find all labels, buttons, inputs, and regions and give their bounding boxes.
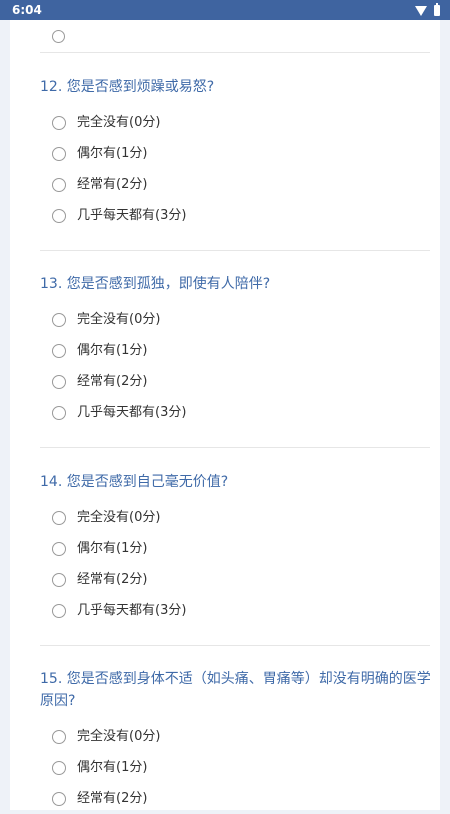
option-label: 几乎每天都有(3分) xyxy=(77,404,187,420)
answer-option[interactable]: 完全没有(0分) xyxy=(40,304,432,335)
option-label: 完全没有(0分) xyxy=(77,114,161,130)
divider xyxy=(40,645,430,646)
radio-button[interactable] xyxy=(52,791,66,806)
option-label: 经常有(2分) xyxy=(77,373,148,389)
question-12: 12. 您是否感到烦躁或易怒? 完全没有(0分) 偶尔有(1分) 经常有(2分)… xyxy=(40,76,432,231)
question-13: 13. 您是否感到孤独，即使有人陪伴? 完全没有(0分) 偶尔有(1分) 经常有… xyxy=(40,273,432,428)
option-label: 完全没有(0分) xyxy=(77,728,161,744)
option-label: 偶尔有(1分) xyxy=(77,145,148,161)
answer-option[interactable]: 完全没有(0分) xyxy=(40,721,432,752)
radio-button[interactable] xyxy=(52,30,65,43)
questionnaire-card: 12. 您是否感到烦躁或易怒? 完全没有(0分) 偶尔有(1分) 经常有(2分)… xyxy=(10,20,440,810)
question-title: 15. 您是否感到身体不适（如头痛、胃痛等）却没有明确的医学原因? xyxy=(40,671,431,709)
answer-option[interactable]: 经常有(2分) xyxy=(40,169,432,200)
option-label: 偶尔有(1分) xyxy=(77,342,148,358)
question-title: 14. 您是否感到自己毫无价值? xyxy=(40,474,229,490)
radio-button[interactable] xyxy=(52,115,66,130)
radio-button[interactable] xyxy=(52,208,66,223)
radio-button[interactable] xyxy=(52,541,66,556)
question-15: 15. 您是否感到身体不适（如头痛、胃痛等）却没有明确的医学原因? 完全没有(0… xyxy=(40,668,432,814)
answer-option[interactable]: 几乎每天都有(3分) xyxy=(40,397,432,428)
option-label: 完全没有(0分) xyxy=(77,509,161,525)
option-label: 经常有(2分) xyxy=(77,571,148,587)
battery-icon xyxy=(434,2,440,16)
divider xyxy=(40,52,430,53)
radio-button[interactable] xyxy=(52,760,66,775)
question-title: 12. 您是否感到烦躁或易怒? xyxy=(40,79,215,95)
radio-button[interactable] xyxy=(52,177,66,192)
answer-option[interactable]: 几乎每天都有(3分) xyxy=(40,200,432,231)
option-label: 几乎每天都有(3分) xyxy=(77,207,187,223)
radio-button[interactable] xyxy=(52,603,66,618)
radio-button[interactable] xyxy=(52,405,66,420)
radio-button[interactable] xyxy=(52,146,66,161)
answer-option[interactable]: 完全没有(0分) xyxy=(40,502,432,533)
status-time: 6:04 xyxy=(12,3,42,17)
divider xyxy=(40,447,430,448)
option-label: 经常有(2分) xyxy=(77,790,148,806)
answer-option[interactable]: 偶尔有(1分) xyxy=(40,138,432,169)
answer-option[interactable]: 经常有(2分) xyxy=(40,366,432,397)
option-label: 偶尔有(1分) xyxy=(77,759,148,775)
option-label: 偶尔有(1分) xyxy=(77,540,148,556)
status-icons xyxy=(415,2,440,17)
answer-option[interactable]: 几乎每天都有(3分) xyxy=(40,595,432,626)
question-title: 13. 您是否感到孤独，即使有人陪伴? xyxy=(40,276,271,292)
answer-option[interactable]: 经常有(2分) xyxy=(40,783,432,814)
radio-button[interactable] xyxy=(52,374,66,389)
radio-button[interactable] xyxy=(52,572,66,587)
answer-option[interactable]: 偶尔有(1分) xyxy=(40,752,432,783)
wifi-icon xyxy=(415,5,427,16)
answer-option[interactable]: 偶尔有(1分) xyxy=(40,533,432,564)
option-label: 完全没有(0分) xyxy=(77,311,161,327)
answer-option[interactable]: 经常有(2分) xyxy=(40,564,432,595)
option-label: 经常有(2分) xyxy=(77,176,148,192)
option-label: 几乎每天都有(3分) xyxy=(77,602,187,618)
answer-option[interactable]: 偶尔有(1分) xyxy=(40,335,432,366)
divider xyxy=(40,250,430,251)
status-bar: 6:04 xyxy=(0,0,450,20)
radio-button[interactable] xyxy=(52,343,66,358)
radio-button[interactable] xyxy=(52,312,66,327)
question-14: 14. 您是否感到自己毫无价值? 完全没有(0分) 偶尔有(1分) 经常有(2分… xyxy=(40,471,432,626)
radio-button[interactable] xyxy=(52,510,66,525)
radio-button[interactable] xyxy=(52,729,66,744)
answer-option[interactable]: 完全没有(0分) xyxy=(40,107,432,138)
